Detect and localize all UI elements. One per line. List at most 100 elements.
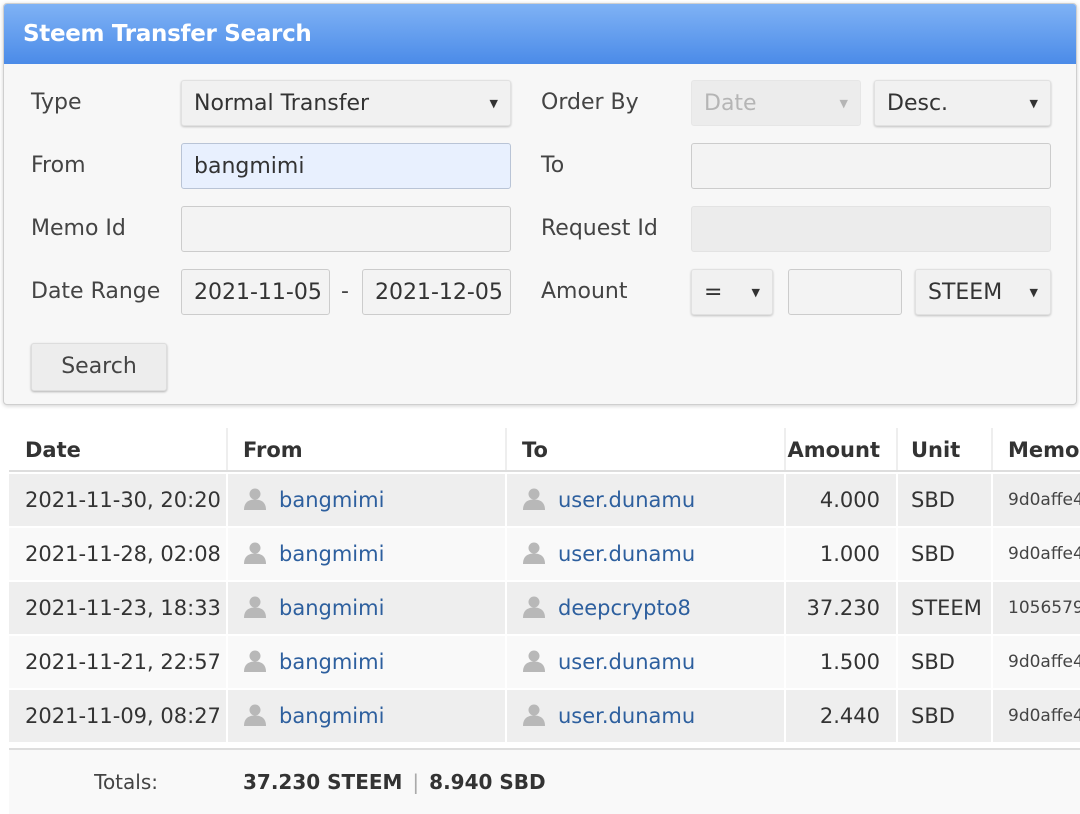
date-range-label: Date Range	[31, 279, 161, 304]
totals-values: 37.230 STEEM | 8.940 SBD	[243, 750, 546, 814]
table-row: 2021-11-23, 18:33 bangmimi deepcrypto8 37.2…	[9, 582, 1080, 634]
cell-unit: SBD	[911, 650, 955, 674]
memo-id-label: Memo Id	[31, 216, 126, 241]
amount-operator-select[interactable]: = ▼	[691, 269, 773, 315]
to-user-link[interactable]: user.dunamu	[558, 704, 695, 728]
cell-from[interactable]: bangmimi	[243, 474, 503, 526]
order-field-value: Date	[704, 91, 757, 116]
user-icon	[243, 693, 267, 726]
memo-id-input[interactable]	[181, 206, 511, 252]
type-label: Type	[31, 90, 82, 115]
cell-amount: 1.500	[819, 650, 880, 674]
table-row: 2021-11-28, 02:08 bangmimi user.dunamu 1.00…	[9, 528, 1080, 580]
cell-date: 2021-11-23, 18:33	[25, 596, 221, 620]
totals-label: Totals:	[94, 770, 158, 794]
cell-memo: 9d0affe4	[1008, 652, 1080, 672]
cell-amount: 4.000	[819, 488, 880, 512]
amount-label: Amount	[541, 279, 628, 304]
cell-from[interactable]: bangmimi	[243, 528, 503, 580]
cell-to[interactable]: user.dunamu	[522, 690, 782, 742]
search-button[interactable]: Search	[31, 343, 167, 391]
request-id-input[interactable]	[691, 206, 1051, 252]
from-user-link[interactable]: bangmimi	[279, 704, 384, 728]
cell-to[interactable]: deepcrypto8	[522, 582, 782, 634]
to-label: To	[541, 153, 565, 178]
cell-amount: 37.230	[806, 596, 880, 620]
to-user-link[interactable]: user.dunamu	[558, 542, 695, 566]
cell-date: 2021-11-09, 08:27	[25, 704, 221, 728]
results-table: Date From To Amount Unit Memo 2021-11-30…	[9, 428, 1080, 814]
table-header-row: Date From To Amount Unit Memo	[9, 428, 1080, 472]
cell-date: 2021-11-21, 22:57	[25, 650, 221, 674]
from-user-link[interactable]: bangmimi	[279, 488, 384, 512]
chevron-down-icon: ▼	[489, 97, 498, 110]
to-user-link[interactable]: user.dunamu	[558, 650, 695, 674]
search-panel: Steem Transfer Search Type Normal Transf…	[3, 3, 1077, 405]
cell-amount: 2.440	[819, 704, 880, 728]
to-user-link[interactable]: deepcrypto8	[558, 596, 691, 620]
user-icon	[522, 477, 546, 510]
cell-memo: 10565799	[1008, 598, 1080, 618]
from-input[interactable]: bangmimi	[181, 143, 511, 189]
column-header-memo[interactable]: Memo	[1008, 428, 1080, 470]
date-range-separator: -	[341, 279, 349, 304]
panel-title: Steem Transfer Search	[4, 4, 1076, 64]
from-user-link[interactable]: bangmimi	[279, 650, 384, 674]
chevron-down-icon: ▼	[839, 97, 848, 110]
totals-steem: 37.230 STEEM	[243, 770, 403, 794]
table-row: 2021-11-09, 08:27 bangmimi user.dunamu 2.44…	[9, 690, 1080, 742]
from-user-link[interactable]: bangmimi	[279, 542, 384, 566]
cell-to[interactable]: user.dunamu	[522, 474, 782, 526]
table-row: 2021-11-21, 22:57 bangmimi user.dunamu 1.50…	[9, 636, 1080, 688]
cell-unit: SBD	[911, 542, 955, 566]
column-header-to[interactable]: To	[522, 428, 782, 470]
cell-memo: 9d0affe4	[1008, 544, 1080, 564]
cell-date: 2021-11-30, 20:20	[25, 488, 221, 512]
user-icon	[243, 585, 267, 618]
cell-from[interactable]: bangmimi	[243, 582, 503, 634]
user-icon	[243, 639, 267, 672]
amount-operator-value: =	[704, 280, 723, 305]
amount-input[interactable]	[788, 269, 902, 315]
totals-separator: |	[412, 770, 420, 794]
to-input[interactable]	[691, 143, 1051, 189]
order-by-label: Order By	[541, 90, 639, 115]
type-select[interactable]: Normal Transfer ▼	[181, 80, 511, 126]
to-user-link[interactable]: user.dunamu	[558, 488, 695, 512]
cell-from[interactable]: bangmimi	[243, 636, 503, 688]
user-icon	[522, 585, 546, 618]
order-field-select[interactable]: Date ▼	[691, 80, 861, 126]
user-icon	[522, 693, 546, 726]
user-icon	[522, 639, 546, 672]
column-header-amount[interactable]: Amount	[786, 428, 880, 470]
cell-unit: SBD	[911, 488, 955, 512]
totals-row: Totals: 37.230 STEEM | 8.940 SBD	[9, 748, 1080, 814]
totals-sbd: 8.940 SBD	[429, 770, 546, 794]
cell-unit: STEEM	[911, 596, 982, 620]
date-from-input[interactable]: 2021-11-05	[181, 269, 330, 315]
amount-unit-value: STEEM	[928, 280, 1003, 305]
from-user-link[interactable]: bangmimi	[279, 596, 384, 620]
user-icon	[522, 531, 546, 564]
cell-from[interactable]: bangmimi	[243, 690, 503, 742]
cell-memo: 9d0affe4	[1008, 490, 1080, 510]
user-icon	[243, 531, 267, 564]
table-row: 2021-11-30, 20:20 bangmimi user.dunamu 4.00…	[9, 474, 1080, 526]
cell-memo: 9d0affe4	[1008, 706, 1080, 726]
chevron-down-icon: ▼	[1029, 286, 1038, 299]
column-header-unit[interactable]: Unit	[911, 428, 991, 470]
cell-unit: SBD	[911, 704, 955, 728]
column-header-from[interactable]: From	[243, 428, 503, 470]
chevron-down-icon: ▼	[751, 286, 760, 299]
column-header-date[interactable]: Date	[25, 428, 225, 470]
request-id-label: Request Id	[541, 216, 658, 241]
cell-to[interactable]: user.dunamu	[522, 636, 782, 688]
type-select-value: Normal Transfer	[194, 91, 370, 116]
cell-to[interactable]: user.dunamu	[522, 528, 782, 580]
from-label: From	[31, 153, 86, 178]
user-icon	[243, 477, 267, 510]
date-to-input[interactable]: 2021-12-05	[362, 269, 511, 315]
order-direction-select[interactable]: Desc. ▼	[874, 80, 1051, 126]
amount-unit-select[interactable]: STEEM ▼	[915, 269, 1051, 315]
cell-date: 2021-11-28, 02:08	[25, 542, 221, 566]
